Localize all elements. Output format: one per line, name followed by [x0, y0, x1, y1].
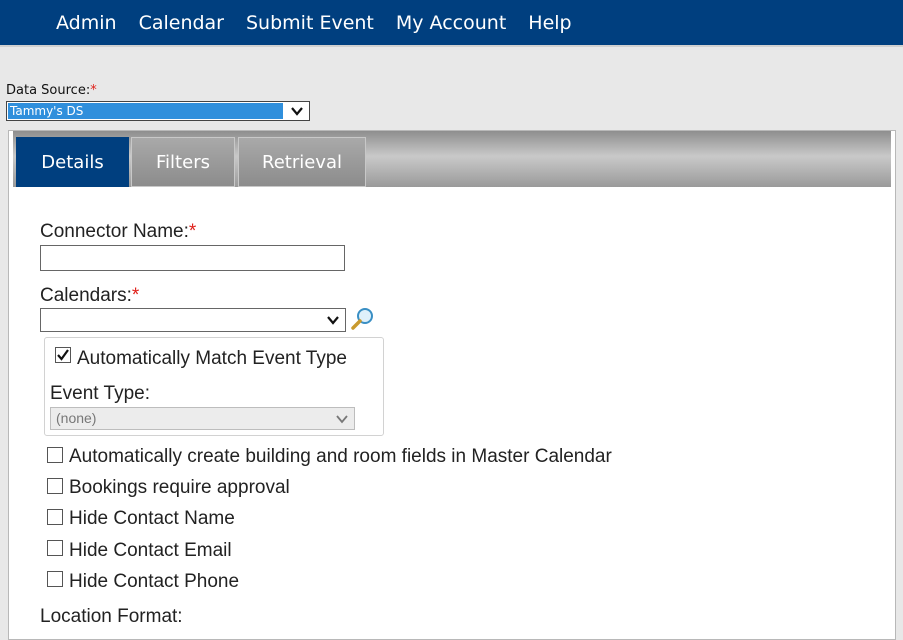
connector-name-label: Connector Name:* [40, 221, 196, 243]
tab-retrieval-label: Retrieval [262, 151, 342, 173]
bookings-approval-checkbox[interactable] [47, 478, 63, 494]
required-mark: * [131, 285, 140, 306]
connector-name-label-text: Connector Name: [40, 221, 189, 242]
calendars-select[interactable] [40, 308, 346, 332]
magnifier-icon[interactable] [350, 306, 376, 332]
nav-admin[interactable]: Admin [56, 12, 117, 34]
required-mark: * [90, 83, 97, 98]
hide-contact-email-checkbox[interactable] [47, 540, 63, 556]
auto-create-fields-label: Automatically create building and room f… [69, 446, 612, 467]
nav-submit-event[interactable]: Submit Event [246, 12, 374, 34]
calendars-label-text: Calendars: [40, 285, 132, 306]
calendars-label: Calendars:* [40, 285, 139, 307]
checkmark-icon [57, 349, 69, 361]
event-type-select[interactable]: (none) [50, 407, 355, 430]
chevron-down-icon [291, 107, 303, 116]
connector-name-input[interactable] [40, 245, 345, 271]
bookings-approval-label: Bookings require approval [69, 477, 290, 498]
hide-contact-email-label: Hide Contact Email [69, 540, 232, 561]
tab-strip: Details Filters Retrieval [13, 131, 891, 187]
data-source-label: Data Source:* [6, 83, 97, 98]
data-source-label-text: Data Source: [6, 83, 91, 98]
hide-contact-name-checkbox[interactable] [47, 509, 63, 525]
auto-match-label: Automatically Match Event Type [77, 348, 347, 369]
hide-contact-phone-label: Hide Contact Phone [69, 571, 240, 592]
nav-my-account[interactable]: My Account [396, 12, 506, 34]
top-navigation-bar: Admin Calendar Submit Event My Account H… [0, 0, 903, 47]
nav-help[interactable]: Help [528, 12, 571, 34]
hide-contact-phone-checkbox[interactable] [47, 571, 63, 587]
tab-filters-label: Filters [156, 151, 210, 173]
event-type-label: Event Type: [50, 383, 150, 404]
event-type-value: (none) [56, 410, 97, 426]
tab-filters[interactable]: Filters [131, 137, 235, 187]
tab-details[interactable]: Details [16, 137, 129, 187]
chevron-down-icon [327, 316, 339, 325]
data-source-value: Tammy's DS [8, 103, 283, 119]
tab-retrieval[interactable]: Retrieval [238, 137, 366, 187]
tab-details-label: Details [41, 151, 104, 173]
auto-match-checkbox[interactable] [55, 347, 71, 363]
required-mark: * [188, 221, 197, 242]
auto-create-fields-checkbox[interactable] [47, 447, 63, 463]
nav-calendar[interactable]: Calendar [139, 12, 224, 34]
chevron-down-icon [336, 415, 348, 424]
hide-contact-name-label: Hide Contact Name [69, 508, 235, 529]
location-format-label: Location Format: [40, 606, 183, 627]
main-nav: Admin Calendar Submit Event My Account H… [56, 0, 594, 45]
data-source-select[interactable]: Tammy's DS [6, 101, 310, 121]
